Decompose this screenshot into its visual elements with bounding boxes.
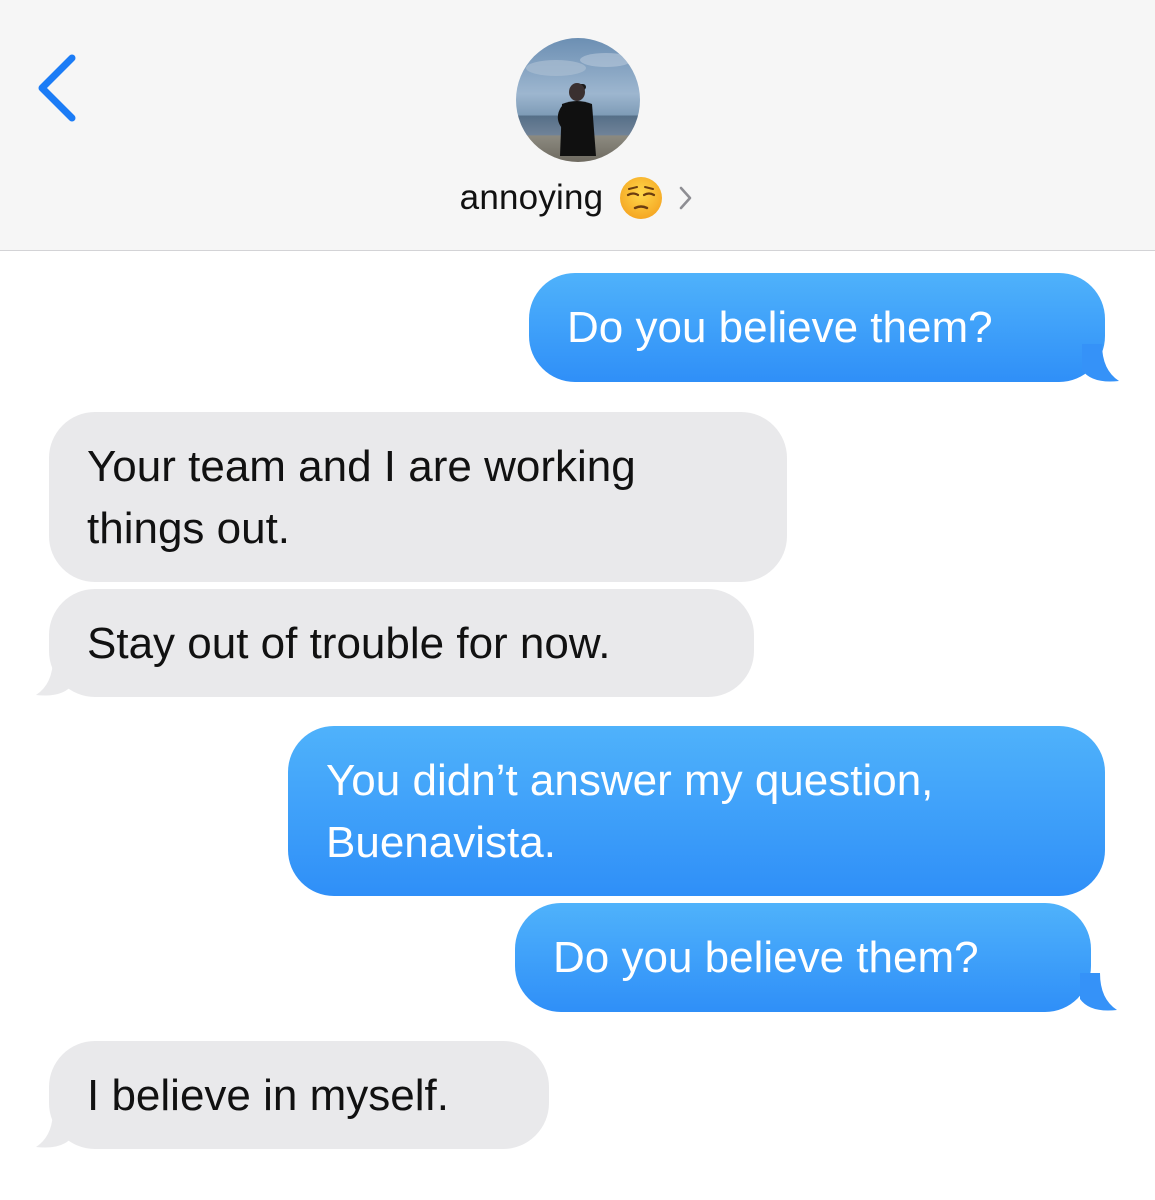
message-text: Your team and I are working things out. [87,442,636,553]
contact-name: annoying [459,178,604,217]
message-text: You didn’t answer my question, Buenavist… [326,756,934,867]
message-text: I believe in myself. [87,1071,449,1120]
received-message-bubble[interactable]: Stay out of trouble for now. [49,589,754,697]
message-text: Do you believe them? [567,303,993,352]
unamused-face-icon [619,176,663,220]
message-text: Stay out of trouble for now. [87,619,611,668]
sent-bubble-tail [1080,973,1117,1011]
message-text: Do you believe them? [553,933,979,982]
avatar-photo [516,38,640,162]
contact-avatar[interactable] [516,38,640,162]
received-message-bubble[interactable]: Your team and I are working things out. [49,412,787,582]
chevron-right-icon [677,185,695,211]
messages-conversation-screen: annoying Do you believe them? Your team … [0,0,1155,1200]
contact-name-row[interactable]: annoying [0,170,1155,226]
sent-bubble-tail [1082,344,1119,382]
sent-message-bubble[interactable]: Do you believe them? [529,273,1105,382]
chevron-left-icon [38,54,76,122]
sent-message-bubble[interactable]: Do you believe them? [515,903,1091,1012]
received-message-bubble[interactable]: I believe in myself. [49,1041,549,1149]
received-bubble-tail [36,658,73,696]
back-button[interactable] [30,50,90,130]
sent-message-bubble[interactable]: You didn’t answer my question, Buenavist… [288,726,1105,896]
conversation-header: annoying [0,0,1155,251]
received-bubble-tail [36,1110,73,1148]
